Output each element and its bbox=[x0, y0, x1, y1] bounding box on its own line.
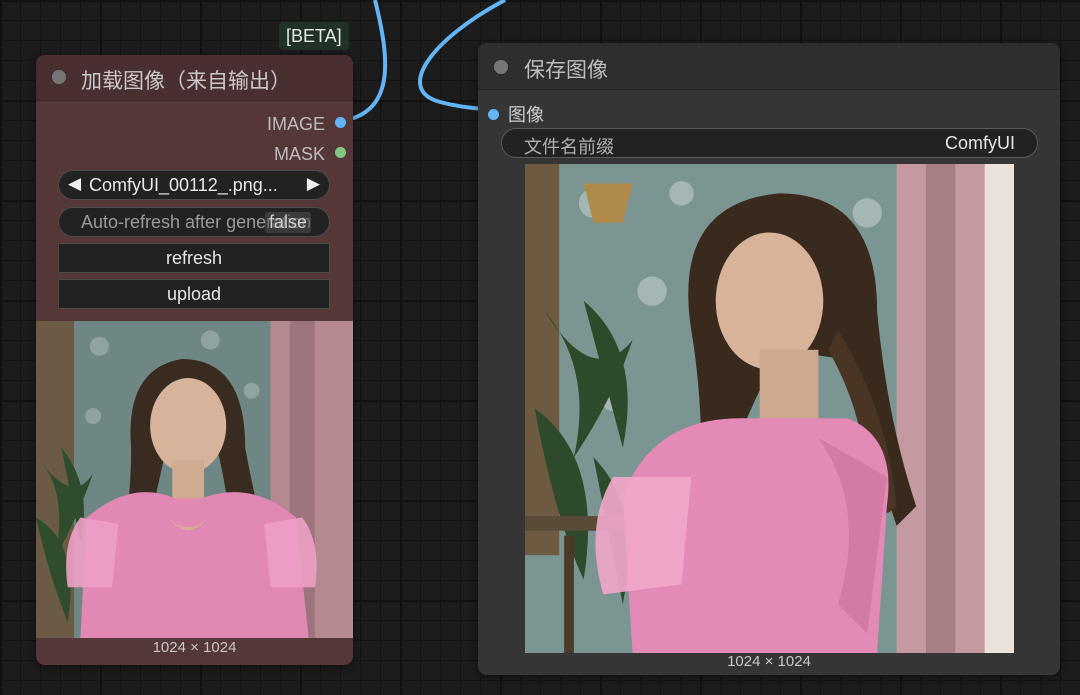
image-file-combo[interactable]: ◀ ComfyUI_00112_.png... ▶ bbox=[58, 170, 330, 200]
save-image-node[interactable]: 保存图像 图像 文件名前缀 ComfyUI 1024 × 1024 bbox=[478, 43, 1060, 675]
output-image[interactable]: IMAGE bbox=[267, 114, 325, 135]
output-mask[interactable]: MASK bbox=[274, 144, 325, 165]
output-label: IMAGE bbox=[266, 114, 325, 134]
refresh-button[interactable]: refresh bbox=[58, 243, 330, 273]
collapse-dot-icon[interactable] bbox=[494, 60, 508, 74]
node-title: 加载图像（来自输出） bbox=[81, 69, 291, 93]
field-label: 文件名前缀 bbox=[524, 137, 614, 157]
input-image[interactable]: 图像 bbox=[488, 101, 544, 127]
image-preview[interactable] bbox=[525, 164, 1014, 653]
load-image-node[interactable]: 加载图像（来自输出） IMAGE MASK ◀ ComfyUI_00112_.p… bbox=[36, 55, 353, 665]
filename-prefix-field[interactable]: 文件名前缀 ComfyUI bbox=[501, 128, 1038, 158]
image-dimensions: 1024 × 1024 bbox=[727, 653, 811, 670]
toggle-value: false bbox=[264, 212, 311, 233]
preview-photo bbox=[525, 164, 1014, 653]
input-slot-icon[interactable] bbox=[488, 109, 499, 120]
image-dimensions: 1024 × 1024 bbox=[152, 639, 237, 656]
output-slot-icon[interactable] bbox=[335, 117, 346, 128]
beta-badge: [BETA] bbox=[279, 22, 349, 50]
image-preview[interactable] bbox=[36, 321, 353, 638]
combo-value: ComfyUI_00112_.png... bbox=[89, 175, 278, 195]
output-slot-icon[interactable] bbox=[335, 147, 346, 158]
auto-refresh-toggle[interactable]: Auto-refresh after generation false bbox=[58, 207, 330, 237]
arrow-right-icon[interactable]: ▶ bbox=[307, 174, 320, 194]
output-label: MASK bbox=[273, 144, 325, 164]
preview-photo bbox=[36, 321, 353, 638]
collapse-dot-icon[interactable] bbox=[52, 70, 66, 84]
upload-button[interactable]: upload bbox=[58, 279, 330, 309]
node-title: 保存图像 bbox=[524, 58, 608, 82]
input-label: 图像 bbox=[508, 105, 544, 125]
field-value: ComfyUI bbox=[944, 133, 1015, 153]
arrow-left-icon[interactable]: ◀ bbox=[68, 174, 81, 194]
node-title-bar[interactable]: 保存图像 bbox=[478, 43, 1060, 90]
node-title-bar[interactable]: 加载图像（来自输出） bbox=[36, 55, 353, 101]
